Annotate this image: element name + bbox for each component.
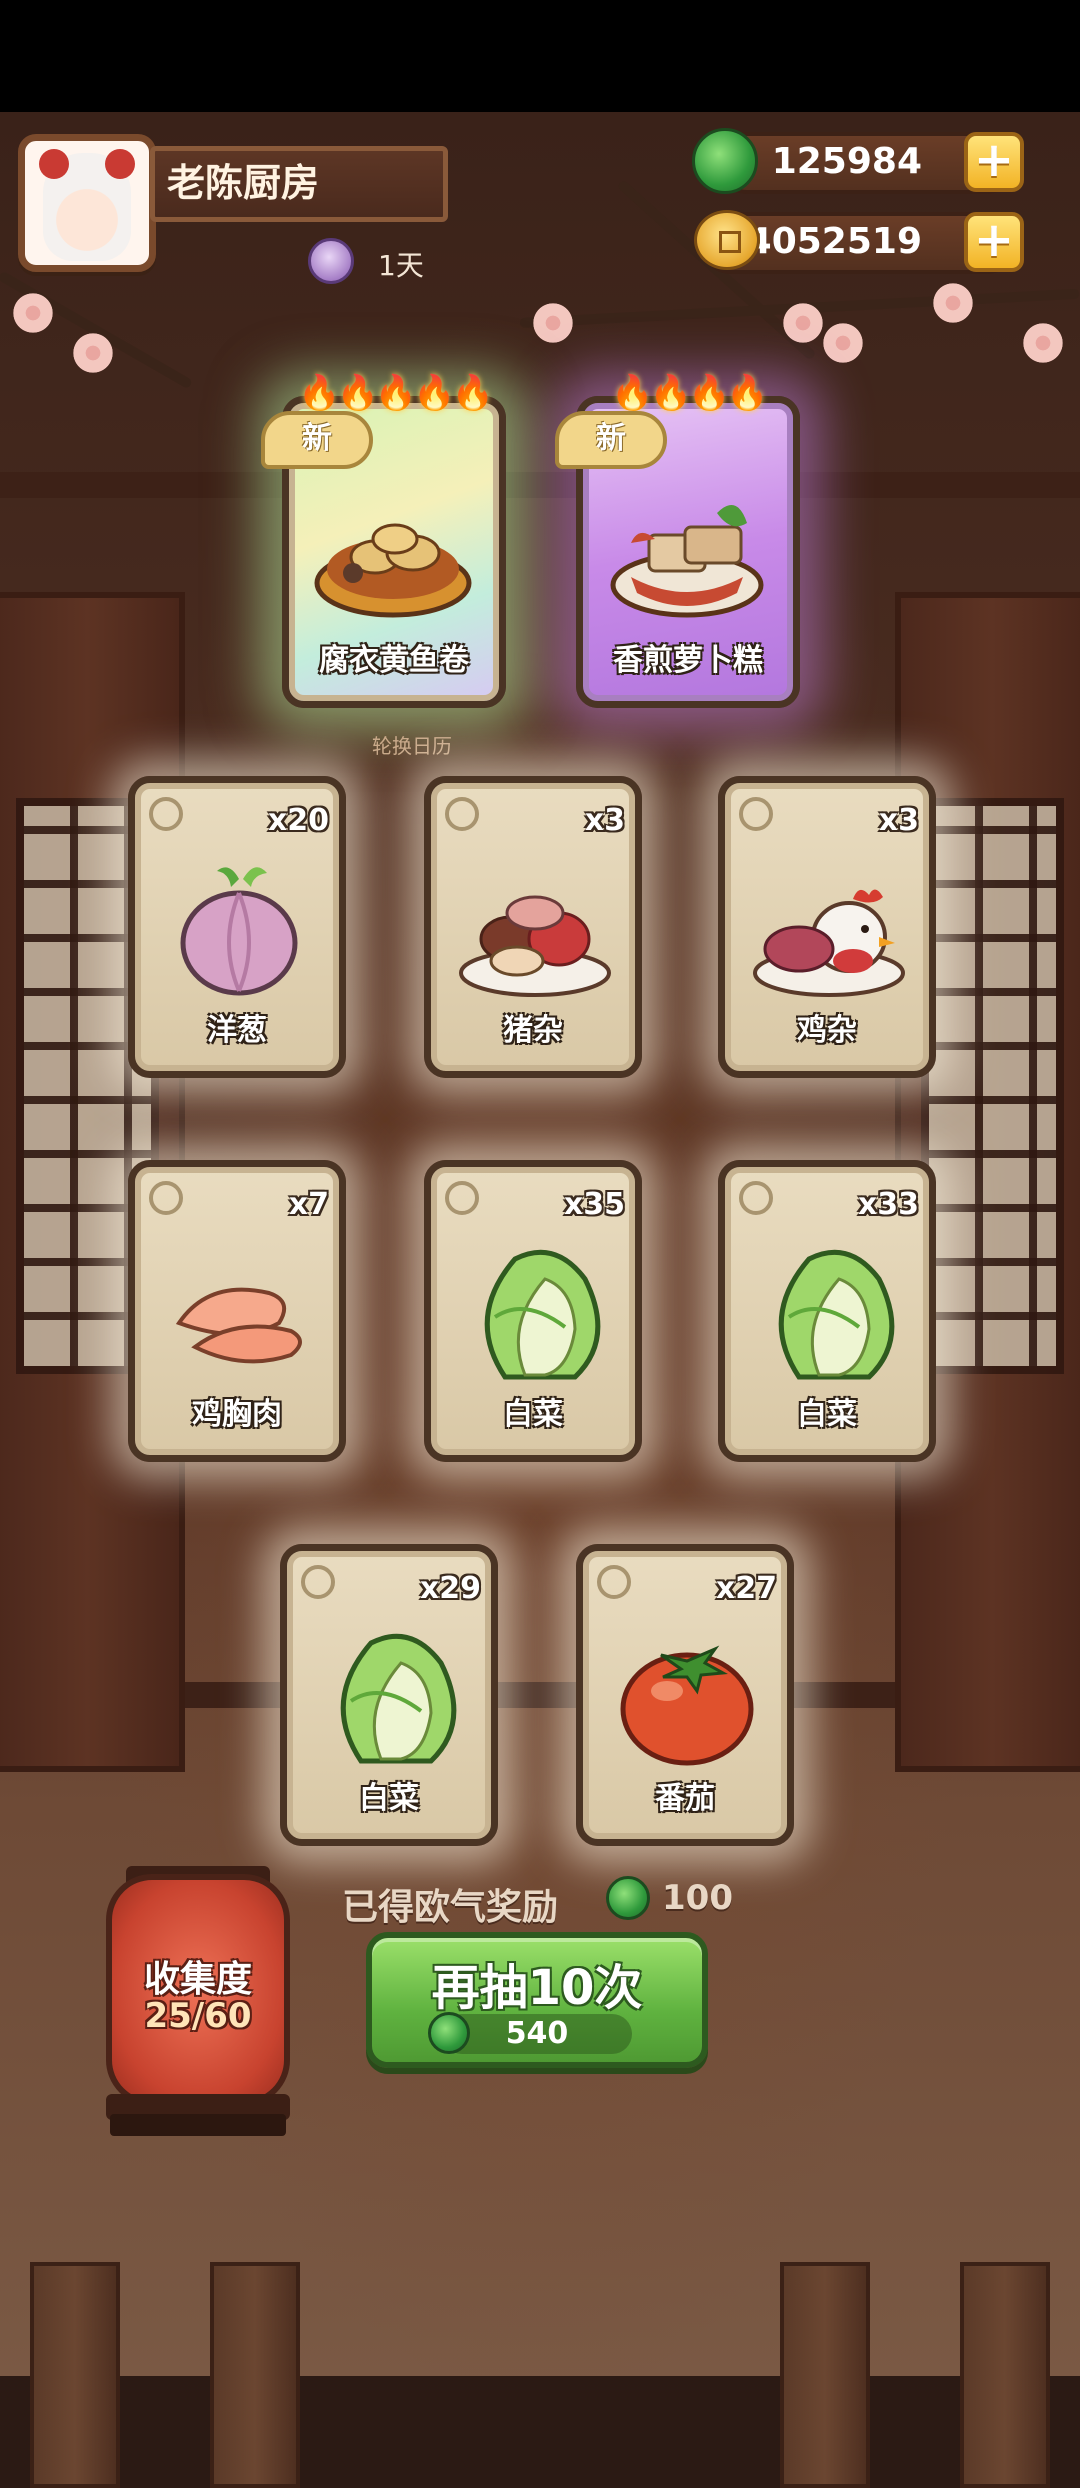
railing-post xyxy=(960,2262,1050,2488)
blossom xyxy=(780,300,826,346)
add-jade-button[interactable]: + xyxy=(964,132,1024,192)
featured-card[interactable]: 🔥🔥🔥🔥 新 香煎萝卜糕 xyxy=(555,373,800,708)
blossom xyxy=(930,280,976,326)
card-label: 猪杂 xyxy=(503,1013,563,1048)
jade-icon xyxy=(606,1876,650,1920)
card-quantity: x20 xyxy=(267,803,329,838)
draw-cost: 540 xyxy=(442,2014,632,2054)
jade-icon xyxy=(428,2012,470,2054)
card-ornament xyxy=(597,1565,631,1599)
add-gold-button[interactable]: + xyxy=(964,212,1024,272)
lantern-stand xyxy=(110,2114,286,2136)
chicken-offal-icon xyxy=(753,889,905,997)
card-label: 白菜 xyxy=(359,1781,419,1816)
card-label: 鸡胸肉 xyxy=(192,1397,282,1432)
luck-reward-value: 100 xyxy=(662,1878,733,1918)
avatar-hair-bun xyxy=(39,149,69,179)
ingredient-card[interactable]: x3 猪杂 xyxy=(424,776,642,1078)
card-quantity: x3 xyxy=(878,803,919,838)
radish-cake-dish-icon xyxy=(610,505,764,618)
ingredient-card[interactable]: x33 白菜 xyxy=(718,1160,936,1462)
blossom xyxy=(530,300,576,346)
card-quantity: x7 xyxy=(288,1187,329,1222)
blossom xyxy=(820,320,866,366)
card-label: 番茄 xyxy=(655,1781,715,1816)
flame-rating-icon: 🔥🔥🔥🔥🔥 xyxy=(298,373,494,413)
restaurant-name: 老陈厨房 xyxy=(150,146,448,222)
collection-lantern-button[interactable]: 收集度 25/60 xyxy=(106,1874,290,2106)
ingredient-card[interactable]: x3 鸡杂 xyxy=(718,776,936,1078)
day-counter: 1天 xyxy=(378,249,424,282)
card-quantity: x27 xyxy=(715,1571,777,1606)
ingredient-card[interactable]: x27 番茄 xyxy=(576,1544,794,1846)
card-ornament xyxy=(739,1181,773,1215)
railing-post xyxy=(210,2262,300,2488)
card-ornament xyxy=(149,797,183,831)
status-bar xyxy=(0,0,1080,112)
rotation-calendar-label: 轮换日历 xyxy=(372,734,452,758)
card-label: 白菜 xyxy=(503,1397,563,1432)
blossom xyxy=(1020,320,1066,366)
cabbage-icon xyxy=(484,1249,601,1380)
card-label: 鸡杂 xyxy=(797,1013,857,1048)
calendar-icon xyxy=(308,238,354,284)
railing-post xyxy=(30,2262,120,2488)
coin-icon xyxy=(694,210,760,270)
card-ornament xyxy=(739,797,773,831)
jade-icon xyxy=(692,128,758,194)
cabbage-icon xyxy=(778,1249,895,1380)
avatar-hair-bun xyxy=(105,149,135,179)
collection-label: 收集度 xyxy=(143,1959,252,2000)
railing-post xyxy=(780,2262,870,2488)
card-label: 香煎萝卜糕 xyxy=(613,643,763,678)
new-badge: 新 xyxy=(261,411,373,469)
chicken-breast-icon xyxy=(175,1287,302,1364)
card-quantity: x29 xyxy=(419,1571,481,1606)
card-quantity: x33 xyxy=(857,1187,919,1222)
player-avatar[interactable] xyxy=(18,134,156,272)
new-badge: 新 xyxy=(555,411,667,469)
blossom xyxy=(70,330,116,376)
card-label: 腐衣黄鱼卷 xyxy=(319,643,469,678)
ingredient-card[interactable]: x35 白菜 xyxy=(424,1160,642,1462)
card-quantity: x3 xyxy=(584,803,625,838)
draw-button-label: 再抽10次 xyxy=(431,1960,643,2016)
card-ornament xyxy=(301,1565,335,1599)
collection-progress: 25/60 xyxy=(144,1996,252,2036)
ingredient-card[interactable]: x29 白菜 xyxy=(280,1544,498,1846)
card-ornament xyxy=(149,1181,183,1215)
card-ornament xyxy=(445,797,479,831)
card-label: 洋葱 xyxy=(207,1013,267,1048)
ingredient-card[interactable]: x7 鸡胸肉 xyxy=(128,1160,346,1462)
card-quantity: x35 xyxy=(563,1187,625,1222)
blossom xyxy=(10,290,56,336)
onion-icon xyxy=(180,867,298,996)
tomato-icon xyxy=(620,1645,754,1766)
ingredient-card[interactable]: x20 洋葱 xyxy=(128,776,346,1078)
window-lattice xyxy=(921,798,1064,1374)
cabbage-icon xyxy=(340,1633,457,1764)
fish-roll-dish-icon xyxy=(314,523,472,618)
flame-rating-icon: 🔥🔥🔥🔥 xyxy=(611,373,768,413)
luck-reward-label: 已得欧气奖励 xyxy=(342,1887,559,1928)
card-label: 白菜 xyxy=(797,1397,857,1432)
wood-beam xyxy=(0,472,1080,498)
draw-10-button[interactable]: 再抽10次 540 xyxy=(366,1932,708,2068)
featured-card[interactable]: 🔥🔥🔥🔥🔥 新 腐衣黄鱼卷 xyxy=(261,373,506,708)
card-ornament xyxy=(445,1181,479,1215)
pork-offal-icon xyxy=(459,895,611,997)
